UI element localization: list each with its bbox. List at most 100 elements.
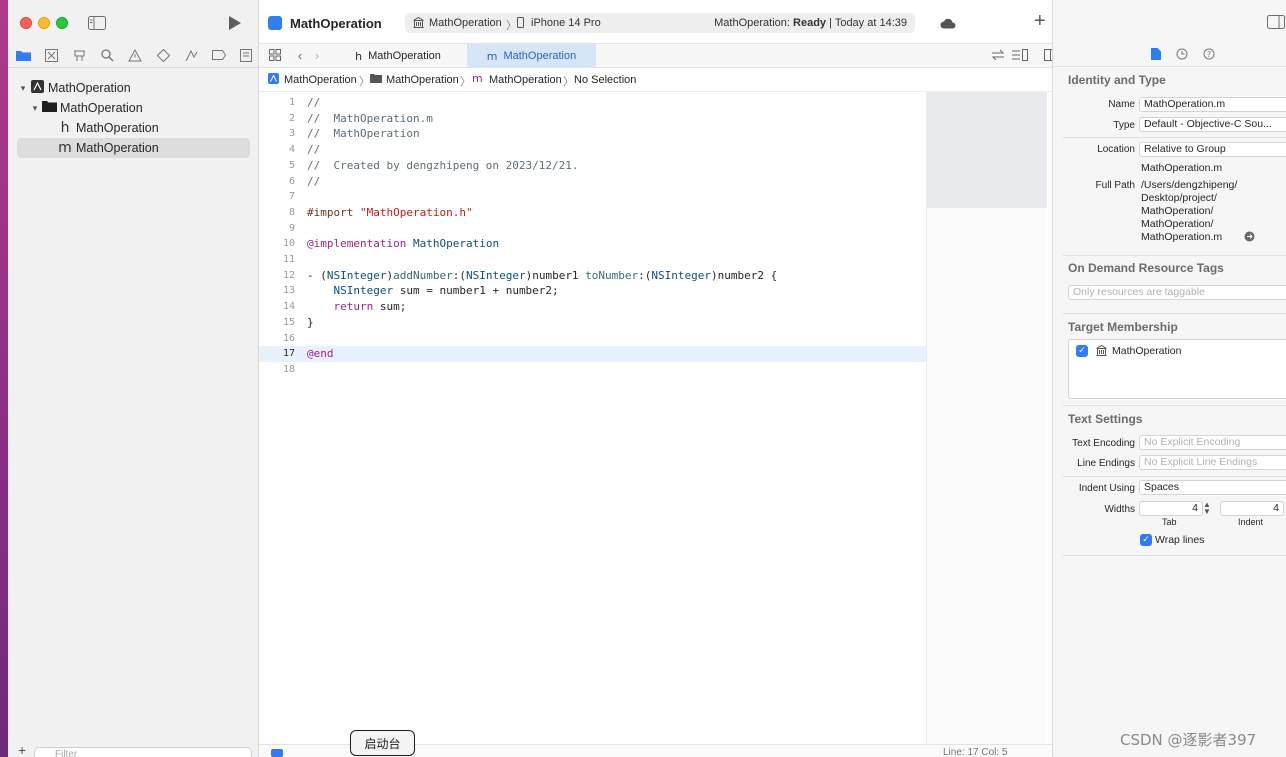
- destination-device[interactable]: iPhone 14 Pro: [531, 17, 601, 29]
- source-editor[interactable]: 1//2// MathOperation.m 3// MathOperation 4…: [259, 92, 926, 744]
- code-line[interactable]: 2 // MathOperation.m: [259, 111, 926, 127]
- code-line[interactable]: 4 //: [259, 142, 926, 158]
- jumpbar-file[interactable]: MathOperation: [489, 74, 562, 86]
- code-text[interactable]: }: [307, 315, 314, 331]
- code-line[interactable]: 15}: [259, 315, 926, 331]
- target-checkbox[interactable]: ✓: [1076, 345, 1088, 357]
- indent-width-field[interactable]: 4: [1220, 501, 1284, 516]
- swap-arrows-icon[interactable]: [990, 48, 1006, 62]
- code-line[interactable]: 6 //: [259, 174, 926, 190]
- jumpbar-project[interactable]: MathOperation: [284, 74, 357, 86]
- debug-navigator-icon[interactable]: [182, 46, 200, 64]
- line-number[interactable]: 11: [259, 252, 295, 268]
- code-line[interactable]: 7: [259, 189, 926, 205]
- report-navigator-icon[interactable]: [237, 46, 255, 64]
- folder-icon[interactable]: [14, 46, 32, 64]
- indent-using-popup[interactable]: Spaces: [1139, 480, 1286, 495]
- line-number[interactable]: 17: [259, 346, 295, 362]
- code-line[interactable]: 8 #import "MathOperation.h": [259, 205, 926, 221]
- tab-width-stepper[interactable]: ▲ ▼: [1203, 501, 1211, 516]
- code-text[interactable]: - (NSInteger)addNumber:(NSInteger)number…: [307, 268, 777, 284]
- code-text[interactable]: //: [307, 142, 320, 158]
- wrap-lines-checkbox[interactable]: ✓: [1140, 534, 1152, 546]
- type-popup[interactable]: Default - Objective-C Sou...: [1139, 117, 1286, 132]
- test-navigator-icon[interactable]: [154, 46, 172, 64]
- code-line[interactable]: 3 // MathOperation: [259, 126, 926, 142]
- code-text[interactable]: return sum;: [307, 299, 407, 315]
- line-number[interactable]: 12: [259, 268, 295, 284]
- add-icon[interactable]: +: [18, 743, 26, 757]
- line-number[interactable]: 4: [259, 142, 295, 158]
- resource-tags-field[interactable]: Only resources are taggable: [1068, 285, 1286, 300]
- reveal-in-finder-icon[interactable]: [1244, 231, 1255, 245]
- minimap[interactable]: [926, 92, 1047, 744]
- line-number[interactable]: 5: [259, 158, 295, 174]
- chevron-down-icon[interactable]: ▾: [17, 83, 29, 94]
- code-line[interactable]: 11: [259, 252, 926, 268]
- jumpbar-symbol[interactable]: No Selection: [574, 74, 636, 86]
- zoom-window-button[interactable]: [56, 17, 68, 29]
- code-line[interactable]: 12 - (NSInteger)addNumber:(NSInteger)numb…: [259, 268, 926, 284]
- back-arrow-icon[interactable]: ‹: [293, 48, 307, 63]
- filter-input[interactable]: Filter: [34, 747, 252, 757]
- text-encoding-popup[interactable]: No Explicit Encoding: [1139, 435, 1286, 450]
- chevron-down-icon[interactable]: ▾: [29, 103, 41, 114]
- line-number[interactable]: 13: [259, 283, 295, 299]
- tree-row-group[interactable]: ▾ MathOperation: [29, 98, 250, 118]
- code-line[interactable]: 10 @implementation MathOperation: [259, 236, 926, 252]
- line-number[interactable]: 18: [259, 362, 295, 378]
- line-number[interactable]: 6: [259, 174, 295, 190]
- code-line[interactable]: 17 @end: [259, 346, 926, 363]
- jumpbar-group[interactable]: MathOperation: [386, 74, 459, 86]
- line-number[interactable]: 9: [259, 221, 295, 237]
- cloud-icon[interactable]: [939, 16, 957, 30]
- tree-row-project[interactable]: ▾ MathOperation: [17, 78, 250, 98]
- location-popup[interactable]: Relative to Group: [1139, 142, 1286, 157]
- name-field[interactable]: MathOperation.m: [1139, 97, 1286, 112]
- code-text[interactable]: //: [307, 95, 320, 111]
- code-line[interactable]: 5 // Created by dengzhipeng on 2023/12/21…: [259, 158, 926, 174]
- code-text[interactable]: @end: [307, 346, 334, 362]
- run-button-icon[interactable]: [227, 15, 243, 31]
- editor-options-icon[interactable]: [1011, 48, 1029, 62]
- line-number[interactable]: 8: [259, 205, 295, 221]
- line-number[interactable]: 2: [259, 111, 295, 127]
- line-number[interactable]: 1: [259, 95, 295, 111]
- code-text[interactable]: @implementation MathOperation: [307, 236, 499, 252]
- tab-width-field[interactable]: 4: [1139, 501, 1203, 516]
- minimize-window-button[interactable]: [38, 17, 50, 29]
- quick-help-icon[interactable]: ?: [1201, 46, 1217, 62]
- find-navigator-icon[interactable]: [98, 46, 116, 64]
- add-button-icon[interactable]: +: [1034, 11, 1046, 31]
- close-window-button[interactable]: [20, 17, 32, 29]
- line-number[interactable]: 15: [259, 315, 295, 331]
- tab-header-file[interactable]: h MathOperation: [329, 44, 467, 68]
- code-text[interactable]: // MathOperation: [307, 126, 420, 142]
- scheme-title[interactable]: MathOperation: [290, 16, 382, 31]
- line-number[interactable]: 16: [259, 331, 295, 347]
- inspector-toggle-icon[interactable]: [1267, 15, 1285, 32]
- code-line[interactable]: 13 NSInteger sum = number1 + number2;: [259, 283, 926, 299]
- code-text[interactable]: //: [307, 174, 320, 190]
- tree-row-header-file[interactable]: h MathOperation: [57, 118, 250, 138]
- line-number[interactable]: 3: [259, 126, 295, 142]
- code-line[interactable]: 16: [259, 331, 926, 347]
- destination-project[interactable]: MathOperation: [429, 17, 502, 29]
- line-number[interactable]: 10: [259, 236, 295, 252]
- activity-view[interactable]: MathOperation 〉 iPhone 14 Pro MathOperat…: [405, 13, 915, 33]
- minimap-visible-region[interactable]: [927, 92, 1047, 208]
- debug-area-toggle-icon[interactable]: [271, 749, 283, 757]
- file-inspector-icon[interactable]: [1148, 46, 1164, 62]
- code-line[interactable]: 14 return sum;: [259, 299, 926, 315]
- line-endings-popup[interactable]: No Explicit Line Endings: [1139, 455, 1286, 470]
- forward-arrow-icon[interactable]: ›: [310, 48, 324, 63]
- tree-row-implementation-file[interactable]: m MathOperation: [17, 138, 250, 158]
- code-text[interactable]: #import "MathOperation.h": [307, 205, 473, 221]
- code-line[interactable]: 1 //: [259, 95, 926, 111]
- code-text[interactable]: // Created by dengzhipeng on 2023/12/21.: [307, 158, 579, 174]
- related-items-icon[interactable]: [268, 48, 282, 62]
- line-number[interactable]: 7: [259, 189, 295, 205]
- history-icon[interactable]: [1174, 46, 1190, 62]
- source-control-icon[interactable]: [42, 46, 60, 64]
- breakpoint-navigator-icon[interactable]: [210, 46, 228, 64]
